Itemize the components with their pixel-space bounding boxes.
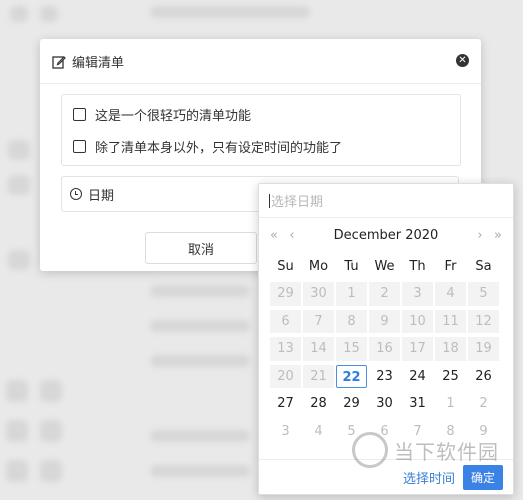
day-cell[interactable]: 7 — [402, 420, 433, 444]
text-caret — [269, 193, 270, 208]
day-cell: 16 — [369, 337, 400, 361]
weekday-label: Tu — [344, 258, 359, 274]
checklist-item[interactable]: 除了清单本身以外，只有设定时间的功能了 — [62, 130, 460, 162]
day-cell: 4 — [435, 282, 466, 306]
day-cell: 14 — [303, 337, 334, 361]
confirm-button[interactable]: 确定 — [462, 464, 503, 490]
day-cell: 30 — [303, 282, 334, 306]
weekday-label: Th — [409, 258, 426, 274]
day-cell: 9 — [369, 309, 400, 333]
weekday-header: Su Mo Tu We Th Fr Sa — [259, 252, 513, 280]
date-input[interactable]: 选择日期 — [259, 184, 513, 218]
day-cell[interactable]: 27 — [270, 392, 301, 416]
day-cell: 1 — [336, 282, 367, 306]
day-cell: 20 — [270, 364, 301, 388]
day-cell[interactable]: 31 — [402, 392, 433, 416]
day-cell[interactable]: 9 — [468, 420, 499, 444]
checklist-item[interactable]: 这是一个很轻巧的清单功能 — [62, 98, 460, 130]
day-cell: 7 — [303, 309, 334, 333]
day-cell[interactable]: 8 — [435, 420, 466, 444]
day-cell[interactable]: 24 — [402, 365, 433, 389]
edit-icon — [52, 54, 66, 69]
picker-footer: 选择时间 确定 — [259, 459, 513, 494]
day-cell-today[interactable]: 22 — [336, 364, 367, 388]
day-cell[interactable]: 3 — [270, 420, 301, 444]
day-cell[interactable]: 30 — [369, 392, 400, 416]
day-cell: 18 — [435, 337, 466, 361]
day-cell[interactable]: 2 — [468, 392, 499, 416]
weekday-label: Fr — [444, 258, 457, 274]
dialog-header: 编辑清单 ✕ — [40, 39, 481, 84]
day-cell[interactable]: 26 — [468, 365, 499, 389]
day-cell: 2 — [369, 282, 400, 306]
weekday-label: Mo — [308, 258, 329, 274]
checklist-item-label: 这是一个很轻巧的清单功能 — [95, 108, 252, 124]
day-cell: 19 — [468, 337, 499, 361]
day-cell: 10 — [402, 309, 433, 333]
day-cell: 8 — [336, 309, 367, 333]
day-cell[interactable]: 5 — [336, 420, 367, 444]
day-cell[interactable]: 1 — [435, 392, 466, 416]
date-input-placeholder: 选择日期 — [271, 195, 324, 210]
checkbox[interactable] — [73, 107, 86, 121]
day-cell: 5 — [468, 282, 499, 306]
weekday-label: Sa — [475, 258, 492, 274]
day-grid: 29 30 1 2 3 4 5 6 7 8 9 10 11 12 13 14 15 16 17 18 19 20 21 22 2… — [259, 280, 513, 445]
weekday-label: We — [374, 258, 395, 274]
day-cell: 11 — [435, 309, 466, 333]
month-navigation: « ‹ December 2020 › » — [259, 218, 513, 252]
dialog-title: 编辑清单 — [72, 55, 125, 71]
clock-icon — [70, 188, 82, 200]
day-cell[interactable]: 6 — [369, 420, 400, 444]
checklist-item-label: 除了清单本身以外，只有设定时间的功能了 — [95, 140, 343, 156]
day-cell: 12 — [468, 309, 499, 333]
checkbox[interactable] — [73, 139, 86, 153]
day-cell[interactable]: 23 — [369, 365, 400, 389]
next-month-button[interactable]: › — [473, 228, 487, 243]
select-time-link[interactable]: 选择时间 — [403, 468, 455, 487]
checklist: 这是一个很轻巧的清单功能 除了清单本身以外，只有设定时间的功能了 — [61, 94, 461, 166]
month-label: December 2020 — [333, 227, 439, 243]
weekday-label: Su — [277, 258, 294, 274]
day-cell[interactable]: 25 — [435, 365, 466, 389]
day-cell[interactable]: 29 — [336, 392, 367, 416]
day-cell: 21 — [303, 364, 334, 388]
prev-year-button[interactable]: « — [267, 228, 281, 243]
day-cell[interactable]: 28 — [303, 392, 334, 416]
day-cell: 29 — [270, 282, 301, 306]
day-cell: 17 — [402, 337, 433, 361]
day-cell: 6 — [270, 309, 301, 333]
cancel-button[interactable]: 取消 — [145, 232, 257, 264]
prev-month-button[interactable]: ‹ — [285, 228, 299, 243]
close-icon[interactable]: ✕ — [456, 54, 469, 67]
date-picker-popup: 选择日期 « ‹ December 2020 › » Su Mo Tu We Th Fr S… — [258, 183, 514, 495]
date-field-label: 日期 — [88, 188, 115, 204]
day-cell[interactable]: 4 — [303, 420, 334, 444]
next-year-button[interactable]: » — [491, 228, 505, 243]
day-cell: 15 — [336, 337, 367, 361]
day-cell: 13 — [270, 337, 301, 361]
day-cell: 3 — [402, 282, 433, 306]
